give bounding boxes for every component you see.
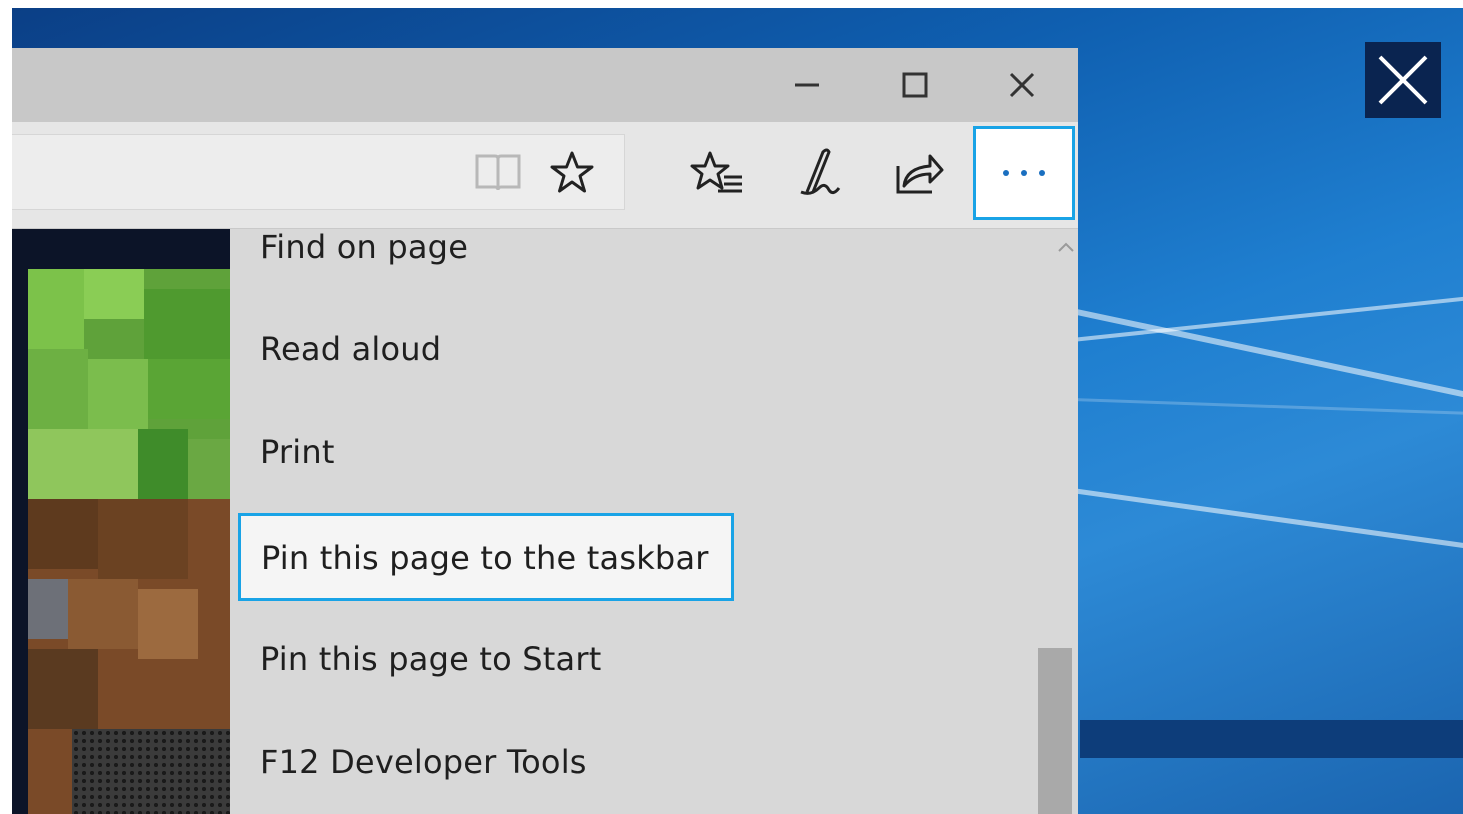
light-beam [1071, 488, 1463, 552]
browser-window: Find on page Read aloud Print Pin this p… [12, 48, 1078, 814]
grass-pixel [28, 269, 84, 349]
window-close-button[interactable] [992, 60, 1052, 110]
more-button[interactable] [973, 126, 1075, 220]
web-note-button[interactable] [790, 144, 846, 202]
menu-item-read-aloud[interactable]: Read aloud [260, 319, 441, 379]
grass-pixel [84, 269, 144, 319]
favorites-list-icon [690, 151, 742, 193]
menu-item-find-on-page[interactable]: Find on page [260, 217, 468, 277]
light-beam [1071, 398, 1463, 416]
address-bar[interactable] [12, 134, 625, 210]
dirt-pixel [68, 579, 138, 649]
close-icon [1378, 55, 1428, 105]
dirt-pixel [138, 589, 198, 659]
menu-item-print[interactable]: Print [260, 422, 335, 482]
page-content-preview [12, 229, 230, 814]
reading-view-icon [475, 154, 521, 191]
overlay-close-button[interactable] [1365, 42, 1441, 118]
grass-pixel [144, 289, 230, 359]
minimize-icon [795, 83, 819, 87]
pen-icon [800, 148, 841, 195]
close-icon [1009, 72, 1035, 98]
more-ellipsis-icon [1003, 170, 1045, 176]
maximize-button[interactable] [885, 60, 945, 110]
desktop-band [1080, 720, 1463, 758]
menu-scrollbar-thumb[interactable] [1038, 648, 1072, 814]
speaker-grille [72, 729, 230, 814]
grass-pixel [88, 359, 148, 429]
star-icon [550, 151, 594, 193]
title-bar [12, 48, 1078, 122]
add-favorite-button[interactable] [544, 145, 600, 201]
grass-pixel [138, 429, 188, 509]
stone-pixel [28, 579, 68, 639]
share-button[interactable] [890, 144, 948, 202]
dirt-pixel [28, 499, 98, 569]
menu-item-developer-tools[interactable]: F12 Developer Tools [260, 732, 587, 792]
toolbar [12, 122, 1078, 229]
chevron-up-icon [1058, 242, 1074, 252]
light-beam [1071, 308, 1463, 402]
grass-pixel [28, 429, 138, 509]
scroll-up-button[interactable] [1056, 237, 1076, 257]
settings-menu: Find on page Read aloud Print Pin this p… [230, 228, 1078, 814]
dirt-pixel [28, 649, 98, 729]
reading-view-button[interactable] [470, 147, 526, 197]
maximize-icon [902, 72, 928, 98]
grass-pixel [148, 359, 230, 419]
share-icon [896, 154, 944, 194]
grass-pixel [28, 349, 88, 429]
dirt-pixel [98, 499, 188, 579]
menu-item-pin-taskbar[interactable]: Pin this page to the taskbar [238, 513, 734, 601]
minimize-button[interactable] [777, 60, 837, 110]
menu-item-pin-start[interactable]: Pin this page to Start [260, 629, 601, 689]
light-beam [1071, 294, 1463, 342]
favorites-hub-button[interactable] [688, 146, 746, 202]
